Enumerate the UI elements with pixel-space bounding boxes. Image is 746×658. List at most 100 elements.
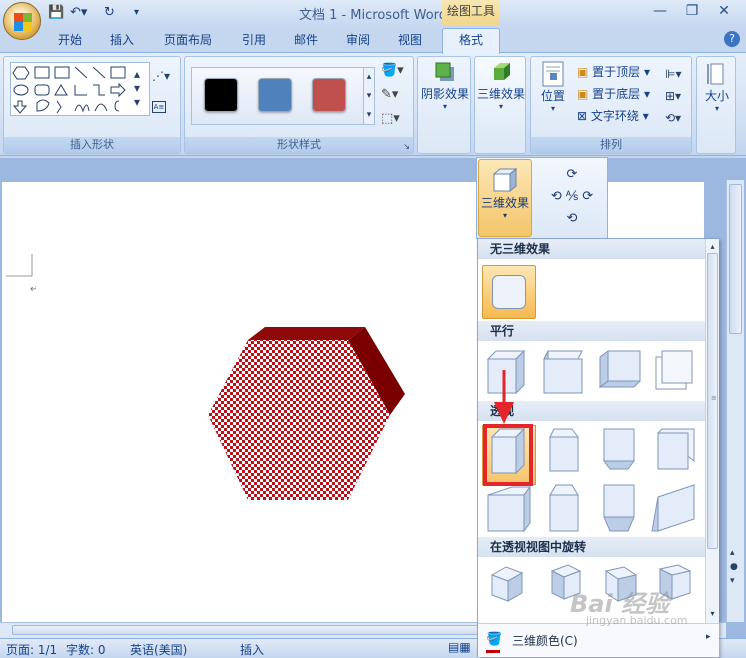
shapes-gallery[interactable] bbox=[10, 62, 150, 116]
send-back-icon: ▣ bbox=[577, 87, 589, 101]
perspective-cube-4 bbox=[657, 428, 695, 470]
tilt-left-right-icons[interactable]: ⟲ ⅍ ⟳ bbox=[540, 186, 604, 208]
tab-format[interactable]: 格式 bbox=[442, 28, 500, 54]
group-insert-shapes: ▴ ▾ ▾ ⋰▾ A≡ 插入形状 bbox=[3, 56, 181, 154]
3d-color-label: 三维颜色(C) bbox=[512, 634, 578, 648]
group-shape-styles: ▴ ▾ ▾ 🪣▾ ✎▾ ⬚▾ 形状样式 ↘ bbox=[184, 56, 414, 154]
parallel-cube-4 bbox=[655, 350, 693, 390]
margin-corner-mark: ↵ bbox=[6, 254, 36, 294]
align-icon[interactable]: ⊫▾ ⊞▾ ⟲▾ bbox=[665, 63, 681, 129]
paint-bucket-icon: 🪣 bbox=[486, 632, 503, 647]
section-no-3d: 无三维效果 bbox=[478, 239, 706, 259]
no-3d-option[interactable] bbox=[482, 265, 536, 319]
style-swatch-blue[interactable] bbox=[258, 78, 292, 112]
perspective-cube-5 bbox=[487, 485, 531, 533]
perspective-cube-8 bbox=[651, 484, 695, 532]
shape-style-gallery bbox=[191, 67, 375, 125]
position-icon bbox=[542, 61, 564, 87]
group-arrange: 位置 ▾ ▣ 置于顶层 ▾ ▣ 置于底层 ▾ ⊠ 文字环绕 ▾ ⊫▾ ⊞▾ ⟲▾ 排… bbox=[530, 56, 692, 154]
bring-front-icon: ▣ bbox=[577, 65, 589, 79]
tab-format-label: 格式 bbox=[458, 33, 483, 47]
shape-outline-icon[interactable]: ✎▾ bbox=[381, 87, 398, 102]
shadow-effects-group: 阴影效果 ▾ bbox=[417, 56, 471, 154]
red-arrow-icon bbox=[494, 370, 514, 424]
drawing-tools-context: 绘图工具 bbox=[442, 0, 500, 26]
3d-color-menu-item[interactable]: 🪣 三维颜色(C) ▸ bbox=[478, 623, 719, 657]
tab-review[interactable]: 审阅 bbox=[336, 30, 380, 52]
perspective-cube-6 bbox=[549, 484, 579, 532]
send-back-label: 置于底层 bbox=[592, 87, 641, 101]
view-buttons-icon[interactable]: ▤▦ bbox=[448, 640, 471, 654]
gallery-scrollbar[interactable]: ▴ ≡ ▾ bbox=[705, 239, 719, 623]
svg-text:↵: ↵ bbox=[30, 284, 36, 294]
tab-references[interactable]: 引用 bbox=[232, 30, 276, 52]
shadow-effects-icon bbox=[435, 62, 454, 81]
tilt-down-icon[interactable]: ⟲ bbox=[540, 208, 604, 230]
rotate-cube-1 bbox=[490, 566, 524, 602]
text-wrap-button[interactable]: ⊠ 文字环绕 ▾ bbox=[577, 107, 649, 124]
color-bar bbox=[486, 650, 500, 653]
shadow-effects-button[interactable]: 阴影效果 ▾ bbox=[418, 59, 472, 111]
perspective-cube-2 bbox=[549, 428, 579, 472]
section-rotate-perspective: 在透视视图中旋转 bbox=[478, 537, 706, 557]
change-shape-icon[interactable]: ⬚▾ bbox=[381, 111, 400, 126]
minimize-icon[interactable]: — bbox=[648, 3, 672, 21]
flat-square-icon bbox=[492, 275, 526, 309]
status-language[interactable]: 英语(美国) bbox=[130, 641, 187, 658]
edit-shape-icon[interactable]: ⋰▾ bbox=[152, 69, 170, 83]
tab-page-layout[interactable]: 页面布局 bbox=[158, 30, 218, 52]
size-icon bbox=[707, 63, 724, 85]
group-label-insert-shapes: 插入形状 bbox=[4, 137, 180, 153]
send-to-back-button[interactable]: ▣ 置于底层 ▾ bbox=[577, 85, 650, 102]
vertical-scrollbar[interactable]: ▴ ● ▾ bbox=[726, 180, 744, 622]
shapes-scroll-icon[interactable]: ▴ ▾ ▾ bbox=[134, 67, 140, 109]
shapes-icon bbox=[12, 66, 126, 114]
3d-tilt-controls[interactable]: ⟳ ⟲ ⅍ ⟳ ⟲ bbox=[540, 164, 604, 230]
tab-view[interactable]: 视图 bbox=[388, 30, 432, 52]
text-wrap-icon: ⊠ bbox=[577, 109, 588, 123]
style-swatch-red[interactable] bbox=[312, 78, 346, 112]
shape-fill-icon[interactable]: 🪣▾ bbox=[381, 63, 404, 78]
restore-icon[interactable]: ❐ bbox=[680, 3, 704, 21]
tab-home[interactable]: 开始 bbox=[48, 30, 92, 52]
parallel-cube-3 bbox=[598, 350, 642, 388]
bring-front-label: 置于顶层 bbox=[592, 65, 641, 79]
3d-effects-callout-label: 三维效果 bbox=[480, 196, 529, 210]
hexagon-shape-3d[interactable] bbox=[200, 320, 410, 504]
perspective-cube-7 bbox=[603, 484, 635, 532]
status-page[interactable]: 页面: 1/1 bbox=[6, 641, 57, 658]
style-swatch-black[interactable] bbox=[204, 78, 238, 112]
shadow-effects-label: 阴影效果 bbox=[420, 87, 469, 101]
style-gallery-scroll[interactable]: ▴ ▾ ▾ bbox=[363, 67, 375, 125]
help-icon[interactable]: ? bbox=[724, 31, 740, 47]
text-wrap-label: 文字环绕 bbox=[590, 109, 639, 123]
office-button[interactable] bbox=[3, 2, 41, 40]
close-icon[interactable]: ✕ bbox=[712, 3, 736, 21]
3d-effects-button[interactable]: 三维效果 ▾ bbox=[475, 59, 527, 111]
window-title: 文档 1 - Microsoft Word bbox=[298, 8, 448, 23]
tab-insert[interactable]: 插入 bbox=[100, 30, 144, 52]
tab-mailings[interactable]: 邮件 bbox=[284, 30, 328, 52]
bring-to-front-button[interactable]: ▣ 置于顶层 ▾ bbox=[577, 63, 650, 80]
position-label: 位置 bbox=[540, 89, 565, 103]
size-label: 大小 bbox=[704, 89, 729, 103]
text-box-icon[interactable]: A≡ bbox=[152, 101, 166, 113]
status-words[interactable]: 字数: 0 bbox=[66, 641, 106, 658]
dialog-launcher-icon[interactable]: ↘ bbox=[403, 142, 410, 151]
tilt-up-icon[interactable]: ⟳ bbox=[540, 164, 604, 186]
3d-effects-dropdown-button[interactable]: 三维效果 ▾ bbox=[478, 159, 532, 237]
3d-box-icon bbox=[492, 167, 518, 193]
section-parallel: 平行 bbox=[478, 321, 706, 341]
position-button[interactable]: 位置 ▾ bbox=[535, 61, 571, 113]
browse-object-icons[interactable]: ▴ ● ▾ bbox=[730, 546, 738, 588]
3d-effects-label: 三维效果 bbox=[476, 87, 525, 101]
office-logo-icon bbox=[14, 13, 32, 31]
size-button[interactable]: 大小 ▾ bbox=[697, 61, 737, 113]
group-label-arrange: 排列 bbox=[531, 137, 691, 153]
group-label-shape-styles: 形状样式 bbox=[185, 137, 413, 153]
3d-cube-icon bbox=[494, 63, 510, 80]
perspective-cube-3 bbox=[603, 428, 635, 470]
size-group: 大小 ▾ bbox=[696, 56, 736, 154]
3d-effects-group: 三维效果 ▾ bbox=[474, 56, 526, 154]
status-insert-mode[interactable]: 插入 bbox=[240, 641, 264, 658]
